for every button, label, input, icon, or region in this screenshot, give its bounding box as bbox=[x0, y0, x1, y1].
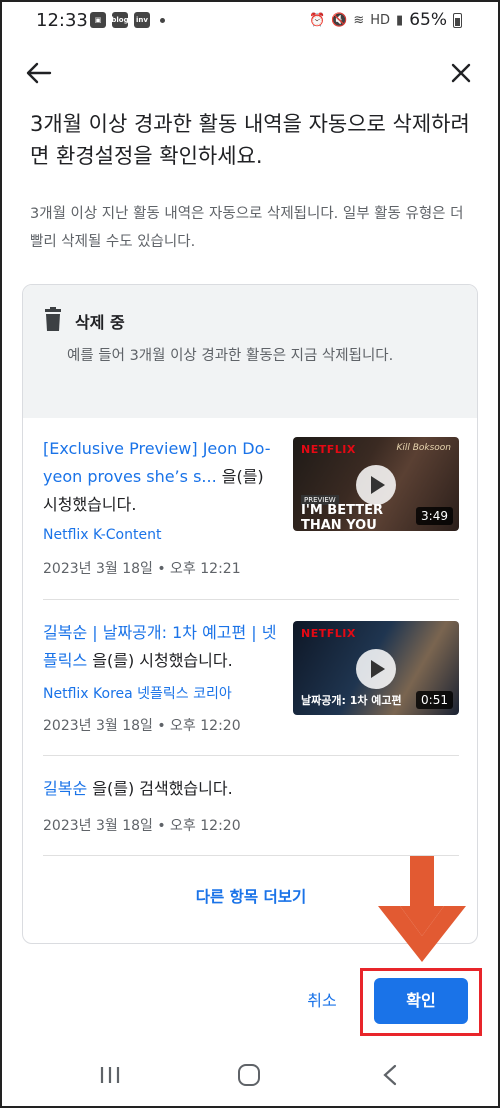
video-thumbnail[interactable]: NETFLIX 날짜공개: 1차 예고편 0:51 bbox=[293, 621, 459, 715]
hd-voice-icon: HD bbox=[370, 12, 391, 28]
wifi-icon: ≋ bbox=[353, 12, 365, 28]
inv-icon: inv bbox=[134, 12, 150, 28]
more-items-link[interactable]: 다른 항목 더보기 bbox=[23, 885, 477, 907]
status-time: 12:33 bbox=[36, 10, 88, 31]
play-icon bbox=[356, 465, 396, 505]
notification-icons: ▣ blog inv bbox=[90, 12, 165, 28]
status-right: ⏰ 🔇 ≋ HD ▮ 65% bbox=[309, 10, 462, 30]
divider bbox=[43, 855, 459, 856]
activity-text: 길복순 | 날짜공개: 1차 예고편 | 넷플릭스 을(를) 시청했습니다. bbox=[43, 619, 279, 675]
system-nav-bar bbox=[0, 1048, 500, 1108]
home-icon[interactable] bbox=[238, 1064, 260, 1086]
activity-item: [Exclusive Preview] Jeon Do-yeon proves … bbox=[43, 435, 459, 585]
divider bbox=[43, 599, 459, 600]
activity-text: [Exclusive Preview] Jeon Do-yeon proves … bbox=[43, 435, 279, 519]
blog-icon: blog bbox=[111, 12, 129, 28]
status-bar: 12:33 ▣ blog inv ⏰ 🔇 ≋ HD ▮ 65% bbox=[0, 0, 500, 44]
more-notifications-dot-icon bbox=[160, 17, 165, 23]
trash-icon bbox=[45, 307, 61, 331]
title-logo: Kill Boksoon bbox=[396, 443, 451, 453]
video-duration: 3:49 bbox=[416, 507, 453, 525]
thumbnail-caption: 날짜공개: 1차 예고편 bbox=[301, 694, 402, 707]
netflix-logo: NETFLIX bbox=[301, 627, 356, 640]
deletion-card: 삭제 중 예를 들어 3개월 이상 경과한 활동은 지금 삭제됩니다. [Exc… bbox=[22, 284, 478, 944]
dialog-subtext: 3개월 이상 지난 활동 내역은 자동으로 삭제됩니다. 일부 활동 유형은 더… bbox=[30, 206, 464, 250]
activity-date: 2023년 3월 18일 • 오후 12:20 bbox=[43, 818, 241, 834]
activity-date: 2023년 3월 18일 • 오후 12:20 bbox=[43, 718, 241, 734]
activity-item: 길복순 | 날짜공개: 1차 예고편 | 넷플릭스 을(를) 시청했습니다. N… bbox=[43, 619, 459, 749]
netflix-logo: NETFLIX bbox=[301, 443, 356, 456]
channel-link[interactable]: Netflix K-Content bbox=[43, 527, 161, 543]
activity-action: 을(를) 시청했습니다. bbox=[87, 651, 233, 670]
video-thumbnail[interactable]: NETFLIX Kill Boksoon PREVIEW I'M BETTER … bbox=[293, 437, 459, 531]
activity-text: 길복순 을(를) 검색했습니다. bbox=[43, 775, 459, 803]
activity-action: 을(를) 검색했습니다. bbox=[87, 779, 233, 798]
card-title: 삭제 중 bbox=[75, 313, 125, 332]
card-description: 예를 들어 3개월 이상 경과한 활동은 지금 삭제됩니다. bbox=[67, 348, 394, 364]
image-icon: ▣ bbox=[90, 12, 106, 28]
signal-icon: ▮ bbox=[396, 12, 404, 28]
alarm-icon: ⏰ bbox=[308, 12, 326, 28]
card-header: 삭제 중 예를 들어 3개월 이상 경과한 활동은 지금 삭제됩니다. bbox=[23, 285, 477, 418]
activity-date: 2023년 3월 18일 • 오후 12:21 bbox=[43, 561, 241, 577]
dialog-heading: 3개월 이상 경과한 활동 내역을 자동으로 삭제하려면 환경설정을 확인하세요… bbox=[30, 112, 470, 168]
play-icon bbox=[356, 649, 396, 689]
close-icon[interactable] bbox=[446, 58, 476, 88]
back-arrow-icon[interactable] bbox=[24, 58, 54, 88]
cancel-button[interactable]: 취소 bbox=[300, 986, 344, 1016]
recents-icon[interactable] bbox=[99, 1064, 121, 1086]
video-duration: 0:51 bbox=[416, 691, 453, 709]
confirm-button[interactable]: 확인 bbox=[374, 978, 468, 1024]
battery-icon bbox=[453, 12, 462, 28]
thumbnail-caption: I'M BETTER THAN YOU bbox=[301, 503, 383, 531]
system-back-icon[interactable] bbox=[382, 1064, 398, 1086]
channel-link[interactable]: Netflix Korea 넷플릭스 코리아 bbox=[43, 683, 232, 703]
mute-icon: 🔇 bbox=[331, 12, 348, 28]
battery-percent: 65% bbox=[409, 10, 447, 30]
activity-item: 길복순 을(를) 검색했습니다. 2023년 3월 18일 • 오후 12:20 bbox=[43, 775, 459, 835]
divider bbox=[43, 755, 459, 756]
search-link[interactable]: 길복순 bbox=[43, 779, 87, 798]
